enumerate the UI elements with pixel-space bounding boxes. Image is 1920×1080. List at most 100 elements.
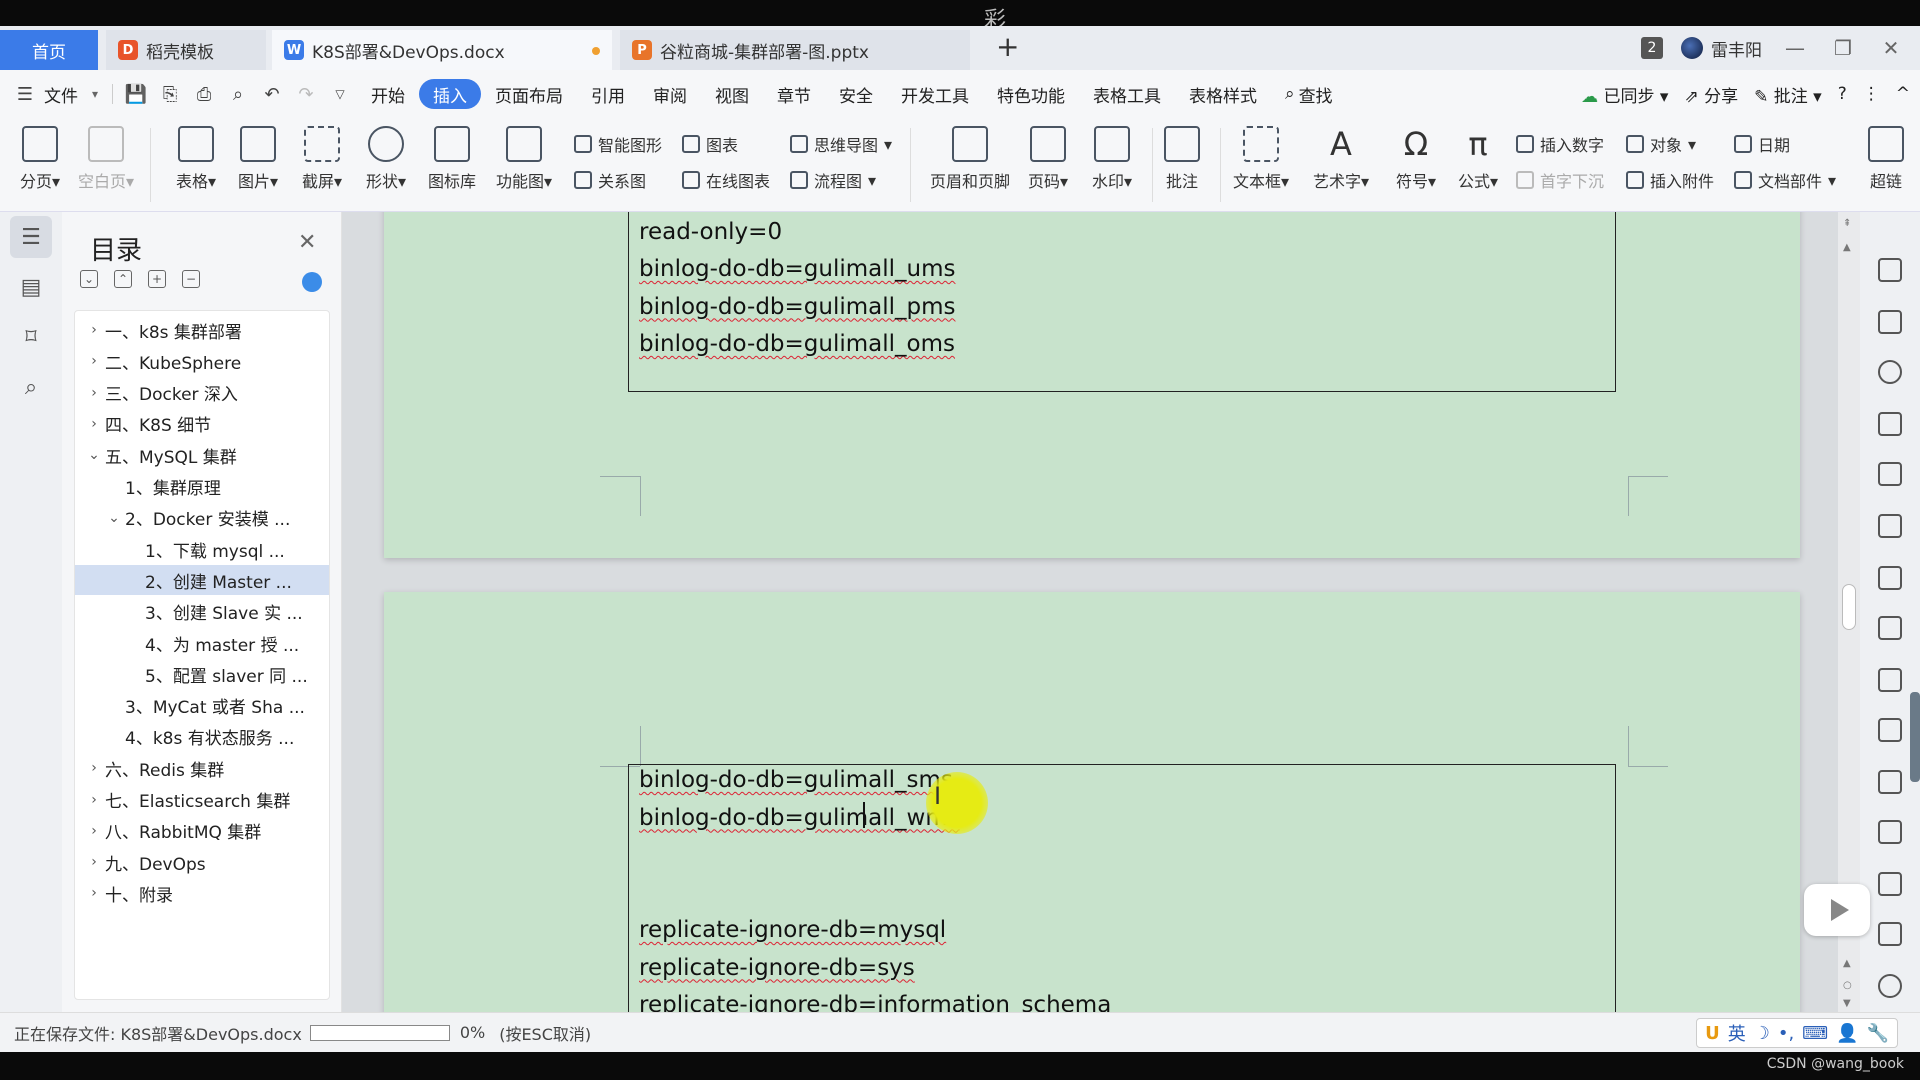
- document-page[interactable]: log-bin=mysql-binread-only=0binlog-do-db…: [384, 212, 1800, 558]
- add-heading-icon[interactable]: +: [148, 270, 166, 288]
- chevron-right-icon[interactable]: ›: [83, 885, 105, 901]
- document-page[interactable]: binlog-do-db=gulimall_sms binlog-do-db=gu…: [384, 592, 1800, 1012]
- blank-page-button[interactable]: 空白页▾: [76, 126, 136, 192]
- search-button[interactable]: ⌕ 查找: [1271, 79, 1347, 109]
- picture-button[interactable]: 图片▾: [228, 126, 288, 192]
- translate-icon[interactable]: [1878, 820, 1902, 844]
- chevron-down-icon[interactable]: ⌄: [83, 447, 105, 463]
- toc-item[interactable]: › 九、DevOps: [75, 847, 329, 877]
- toc-item[interactable]: ⌄ 五、MySQL 集群: [75, 440, 329, 470]
- code-box[interactable]: binlog-do-db=gulimall_sms binlog-do-db=gu…: [628, 764, 1616, 1012]
- ime-settings-icon[interactable]: 🔧: [1867, 1023, 1889, 1044]
- shape-tool-icon[interactable]: [1878, 412, 1902, 436]
- hamburger-icon[interactable]: ☰: [8, 84, 42, 105]
- chevron-right-icon[interactable]: ›: [83, 385, 105, 401]
- date-button[interactable]: 日期: [1734, 132, 1790, 156]
- menu-table-tools[interactable]: 表格工具: [1079, 79, 1175, 109]
- screenshot-button[interactable]: 截屏▾: [292, 126, 352, 192]
- bookmark-icon[interactable]: ⌑: [10, 316, 52, 358]
- hyperlink-button[interactable]: 超链: [1866, 126, 1906, 192]
- export-icon[interactable]: [1878, 770, 1902, 794]
- chevron-right-icon[interactable]: ›: [83, 854, 105, 870]
- pages-panel-icon[interactable]: ▤: [10, 266, 52, 308]
- image-tool-icon[interactable]: [1878, 718, 1902, 742]
- toc-item[interactable]: › 七、Elasticsearch 集群: [75, 785, 329, 815]
- toc-sync-icon[interactable]: [302, 272, 322, 292]
- code-line[interactable]: binlog-do-db=gulimall_wms: [639, 805, 960, 831]
- toc-item[interactable]: 3、MyCat 或者 Sha ...: [75, 691, 329, 721]
- scroll-up-icon[interactable]: ▲: [1843, 242, 1851, 253]
- more-button[interactable]: ⋮: [1863, 84, 1880, 104]
- menu-review[interactable]: 审阅: [639, 79, 701, 109]
- code-line[interactable]: read-only=0: [639, 219, 782, 245]
- print-icon[interactable]: ⎙: [187, 84, 221, 105]
- customize-toolbar-icon[interactable]: ▽: [323, 87, 357, 101]
- scroll-dot-icon[interactable]: ○: [1843, 980, 1852, 991]
- scroll-up-page-icon[interactable]: ▲: [1843, 958, 1851, 969]
- comment-button[interactable]: ✎ 批注 ▾: [1754, 82, 1822, 107]
- menu-view[interactable]: 视图: [701, 79, 763, 109]
- chevron-right-icon[interactable]: ›: [83, 760, 105, 776]
- print-preview-icon[interactable]: ⌕: [221, 84, 255, 105]
- page-break-button[interactable]: 分页▾: [10, 126, 70, 192]
- share-button[interactable]: ⇗ 分享: [1684, 82, 1738, 107]
- scroll-top-icon[interactable]: ⇞: [1843, 218, 1851, 229]
- menu-references[interactable]: 引用: [577, 79, 639, 109]
- wordart-button[interactable]: A 艺术字▾: [1308, 126, 1374, 192]
- format-painter-icon[interactable]: ⎘: [153, 84, 187, 105]
- formula-button[interactable]: π 公式▾: [1448, 126, 1508, 192]
- mind-map-button[interactable]: 思维导图 ▾: [790, 132, 892, 156]
- attachment-button[interactable]: 插入附件: [1626, 168, 1714, 192]
- pen-icon[interactable]: [1878, 258, 1902, 282]
- chevron-down-icon[interactable]: ⌄: [103, 510, 125, 526]
- expand-all-icon[interactable]: ⌄: [80, 270, 98, 288]
- shape-button[interactable]: 形状▾: [356, 126, 416, 192]
- user-account[interactable]: 雷丰阳: [1681, 36, 1762, 61]
- code-line[interactable]: replicate-ignore-db=sys: [639, 955, 915, 981]
- new-tab-button[interactable]: +: [996, 30, 1019, 63]
- code-line[interactable]: binlog-do-db=gulimall_ums: [639, 256, 956, 282]
- ime-language[interactable]: 英: [1728, 1020, 1746, 1046]
- menu-page-layout[interactable]: 页面布局: [481, 79, 577, 109]
- redo-icon[interactable]: ↷: [289, 84, 323, 105]
- toc-item[interactable]: 1、集群原理: [75, 472, 329, 502]
- collapse-all-icon[interactable]: ⌃: [114, 270, 132, 288]
- chevron-right-icon[interactable]: ›: [83, 792, 105, 808]
- watermark-button[interactable]: 水印▾: [1082, 126, 1142, 192]
- tab-home[interactable]: 首页: [0, 30, 98, 70]
- toc-item[interactable]: 4、k8s 有状态服务 ...: [75, 722, 329, 752]
- restore-button[interactable]: ❐: [1828, 36, 1858, 60]
- toc-item[interactable]: 4、为 master 授 ...: [75, 628, 329, 658]
- chevron-right-icon[interactable]: ›: [83, 823, 105, 839]
- scroll-thumb[interactable]: [1842, 584, 1856, 630]
- minimize-button[interactable]: —: [1780, 36, 1810, 60]
- picture-tool-icon[interactable]: [1878, 922, 1902, 946]
- toc-item[interactable]: › 三、Docker 深入: [75, 378, 329, 408]
- chart-button[interactable]: 图表: [682, 132, 738, 156]
- toc-item[interactable]: 3、创建 Slave 实 ...: [75, 597, 329, 627]
- page-number-button[interactable]: 页码▾: [1018, 126, 1078, 192]
- undo-icon[interactable]: ↶: [255, 84, 289, 105]
- menu-start[interactable]: 开始: [357, 79, 419, 109]
- ime-keyboard-icon[interactable]: ⌨: [1802, 1023, 1828, 1044]
- document-area[interactable]: log-bin=mysql-binread-only=0binlog-do-db…: [342, 212, 1838, 1012]
- header-footer-button[interactable]: 页眉和页脚: [924, 126, 1016, 192]
- location-icon[interactable]: [1878, 974, 1902, 998]
- menu-table-style[interactable]: 表格样式: [1175, 79, 1271, 109]
- chart-tool-icon[interactable]: [1878, 616, 1902, 640]
- find-replace-icon[interactable]: ⌕: [10, 366, 52, 408]
- help-button[interactable]: ?: [1838, 84, 1847, 104]
- ime-punct-icon[interactable]: •,: [1778, 1023, 1794, 1044]
- toc-item[interactable]: › 十、附录: [75, 878, 329, 908]
- flowchart-button[interactable]: 流程图 ▾: [790, 168, 876, 192]
- menu-chapter[interactable]: 章节: [763, 79, 825, 109]
- toc-item[interactable]: ⌄ 2、Docker 安装模 ...: [75, 503, 329, 533]
- ime-moon-icon[interactable]: ☽: [1754, 1023, 1770, 1044]
- textbox-button[interactable]: 文本框▾: [1228, 126, 1294, 192]
- grid-icon[interactable]: [1878, 566, 1902, 590]
- tab-docx[interactable]: W K8S部署&DevOps.docx: [272, 30, 612, 70]
- ime-user-icon[interactable]: 👤: [1836, 1023, 1858, 1044]
- code-line[interactable]: binlog-do-db=gulimall_oms: [639, 331, 955, 357]
- select-arrow-icon[interactable]: [1878, 310, 1902, 334]
- play-video-button[interactable]: [1804, 884, 1870, 936]
